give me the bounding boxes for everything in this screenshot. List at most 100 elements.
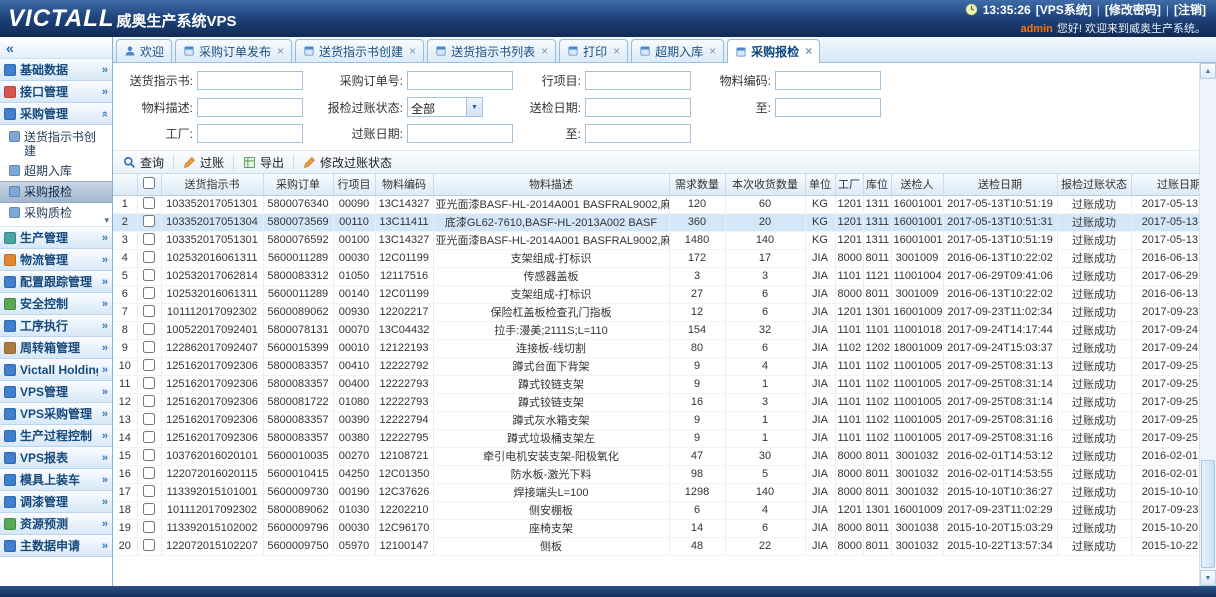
- sidebar-subitem[interactable]: 采购质检: [0, 203, 112, 223]
- tab-2[interactable]: 送货指示书创建×: [295, 39, 424, 62]
- material-desc-input[interactable]: [197, 98, 303, 117]
- row-checkbox[interactable]: [143, 323, 155, 335]
- row-checkbox[interactable]: [143, 215, 155, 227]
- sidebar-subitem[interactable]: 送货指示书创建: [0, 127, 112, 161]
- export-button[interactable]: 导出: [237, 152, 290, 173]
- sidebar-collapse-button[interactable]: «: [0, 37, 112, 59]
- row-checkbox[interactable]: [143, 359, 155, 371]
- posting-date-input[interactable]: [407, 124, 513, 143]
- table-row[interactable]: 1510376201602010156000100350027012108721…: [113, 447, 1199, 465]
- table-row[interactable]: 510253201706281458000833120105012117516传…: [113, 267, 1199, 285]
- column-header[interactable]: 送检人: [891, 174, 943, 195]
- sidebar-item-13[interactable]: VPS报表»: [0, 447, 112, 469]
- posting-button[interactable]: 过账: [177, 152, 230, 173]
- delivery-note-input[interactable]: [197, 71, 303, 90]
- row-checkbox[interactable]: [143, 197, 155, 209]
- table-row[interactable]: 2012207201510220756000097500597012100147…: [113, 537, 1199, 555]
- plant-input[interactable]: [197, 124, 303, 143]
- close-icon[interactable]: ×: [541, 46, 548, 57]
- row-checkbox[interactable]: [143, 431, 155, 443]
- sidebar-item-12[interactable]: 生产过程控制»: [0, 425, 112, 447]
- sidebar-item-9[interactable]: Victall Holding»: [0, 359, 112, 381]
- sidebar-item-11[interactable]: VPS采购管理»: [0, 403, 112, 425]
- column-header[interactable]: 单位: [805, 174, 835, 195]
- table-row[interactable]: 1012516201709230658000833570041012222792…: [113, 357, 1199, 375]
- row-checkbox[interactable]: [143, 413, 155, 425]
- column-header[interactable]: 过账日期: [1131, 174, 1199, 195]
- submenu-scroll-icon[interactable]: ▾: [104, 215, 109, 226]
- column-header[interactable]: 行项目: [333, 174, 375, 195]
- line-item-input[interactable]: [585, 71, 691, 90]
- logout-link[interactable]: [注销]: [1174, 1, 1206, 18]
- table-row[interactable]: 810052201709240158000781310007013C04432拉…: [113, 321, 1199, 339]
- sidebar-item-2[interactable]: 采购管理»: [0, 103, 112, 125]
- inspection-date-to-input[interactable]: [775, 98, 881, 117]
- table-row[interactable]: 1312516201709230658000833570039012222794…: [113, 411, 1199, 429]
- scroll-down-icon[interactable]: ▼: [1200, 570, 1216, 586]
- row-checkbox[interactable]: [143, 467, 155, 479]
- close-icon[interactable]: ×: [277, 46, 284, 57]
- table-row[interactable]: 912286201709240756000153990001012122193连…: [113, 339, 1199, 357]
- sidebar-item-16[interactable]: 资源预测»: [0, 513, 112, 535]
- column-header[interactable]: 物料描述: [433, 174, 669, 195]
- column-header[interactable]: 送货指示书: [161, 174, 263, 195]
- table-row[interactable]: 110335201705130158000763400009013C14327亚…: [113, 195, 1199, 213]
- table-row[interactable]: 610253201606131156000112890014012C01199支…: [113, 285, 1199, 303]
- column-header[interactable]: 报检过账状态: [1057, 174, 1131, 195]
- column-header[interactable]: 库位: [863, 174, 891, 195]
- sidebar-item-1[interactable]: 接口管理»: [0, 81, 112, 103]
- column-header[interactable]: 工厂: [835, 174, 863, 195]
- tab-5[interactable]: 超期入库×: [631, 39, 724, 62]
- close-icon[interactable]: ×: [409, 46, 416, 57]
- inspection-date-input[interactable]: [585, 98, 691, 117]
- column-header[interactable]: 物料编码: [375, 174, 433, 195]
- modify-posting-status-button[interactable]: 修改过账状态: [297, 152, 398, 173]
- row-checkbox[interactable]: [143, 377, 155, 389]
- row-checkbox[interactable]: [143, 485, 155, 497]
- table-row[interactable]: 1911339201510200256000097960003012C96170…: [113, 519, 1199, 537]
- sidebar-item-17[interactable]: 主数据申请»: [0, 535, 112, 557]
- row-checkbox[interactable]: [143, 341, 155, 353]
- sidebar-item-5[interactable]: 配置跟踪管理»: [0, 271, 112, 293]
- close-icon[interactable]: ×: [709, 46, 716, 57]
- change-password-link[interactable]: [修改密码]: [1105, 1, 1161, 18]
- column-header[interactable]: 送检日期: [943, 174, 1057, 195]
- row-checkbox[interactable]: [143, 503, 155, 515]
- table-row[interactable]: 210335201705130458000735690011013C11411底…: [113, 213, 1199, 231]
- row-checkbox[interactable]: [143, 233, 155, 245]
- vertical-scrollbar[interactable]: ▲ ▼: [1199, 63, 1216, 586]
- table-row[interactable]: 1112516201709230658000833570040012222793…: [113, 375, 1199, 393]
- material-code-input[interactable]: [775, 71, 881, 90]
- tab-4[interactable]: 打印×: [559, 39, 628, 62]
- row-checkbox[interactable]: [143, 305, 155, 317]
- tab-1[interactable]: 采购订单发布×: [175, 39, 292, 62]
- sidebar-item-4[interactable]: 物流管理»: [0, 249, 112, 271]
- row-checkbox[interactable]: [143, 521, 155, 533]
- sidebar-item-15[interactable]: 调漆管理»: [0, 491, 112, 513]
- sidebar-item-14[interactable]: 模具上装车»: [0, 469, 112, 491]
- po-number-input[interactable]: [407, 71, 513, 90]
- scroll-thumb[interactable]: [1201, 460, 1215, 568]
- query-button[interactable]: 查询: [117, 152, 170, 173]
- sidebar-item-7[interactable]: 工序执行»: [0, 315, 112, 337]
- scroll-up-icon[interactable]: ▲: [1200, 63, 1216, 79]
- table-row[interactable]: 310335201705130158000765920010013C14327亚…: [113, 231, 1199, 249]
- sidebar-item-0[interactable]: 基础数据»: [0, 59, 112, 81]
- vps-system-link[interactable]: [VPS系统]: [1036, 1, 1092, 18]
- tab-0[interactable]: 欢迎: [116, 39, 172, 62]
- posting-status-select[interactable]: 全部▼: [407, 97, 483, 117]
- table-row[interactable]: 1810111201709230258000890620103012202210…: [113, 501, 1199, 519]
- close-icon[interactable]: ×: [613, 46, 620, 57]
- row-checkbox[interactable]: [143, 269, 155, 281]
- sidebar-subitem[interactable]: 采购报检: [0, 181, 112, 203]
- table-row[interactable]: 1612207201602011556000104150425012C01350…: [113, 465, 1199, 483]
- row-checkbox[interactable]: [143, 251, 155, 263]
- sidebar-item-8[interactable]: 周转箱管理»: [0, 337, 112, 359]
- column-header[interactable]: 本次收货数量: [725, 174, 805, 195]
- close-icon[interactable]: ×: [805, 46, 812, 57]
- table-row[interactable]: 1212516201709230658000817220108012222793…: [113, 393, 1199, 411]
- sidebar-item-6[interactable]: 安全控制»: [0, 293, 112, 315]
- table-row[interactable]: 710111201709230256000890620093012202217保…: [113, 303, 1199, 321]
- tab-3[interactable]: 送货指示书列表×: [427, 39, 556, 62]
- row-checkbox[interactable]: [143, 287, 155, 299]
